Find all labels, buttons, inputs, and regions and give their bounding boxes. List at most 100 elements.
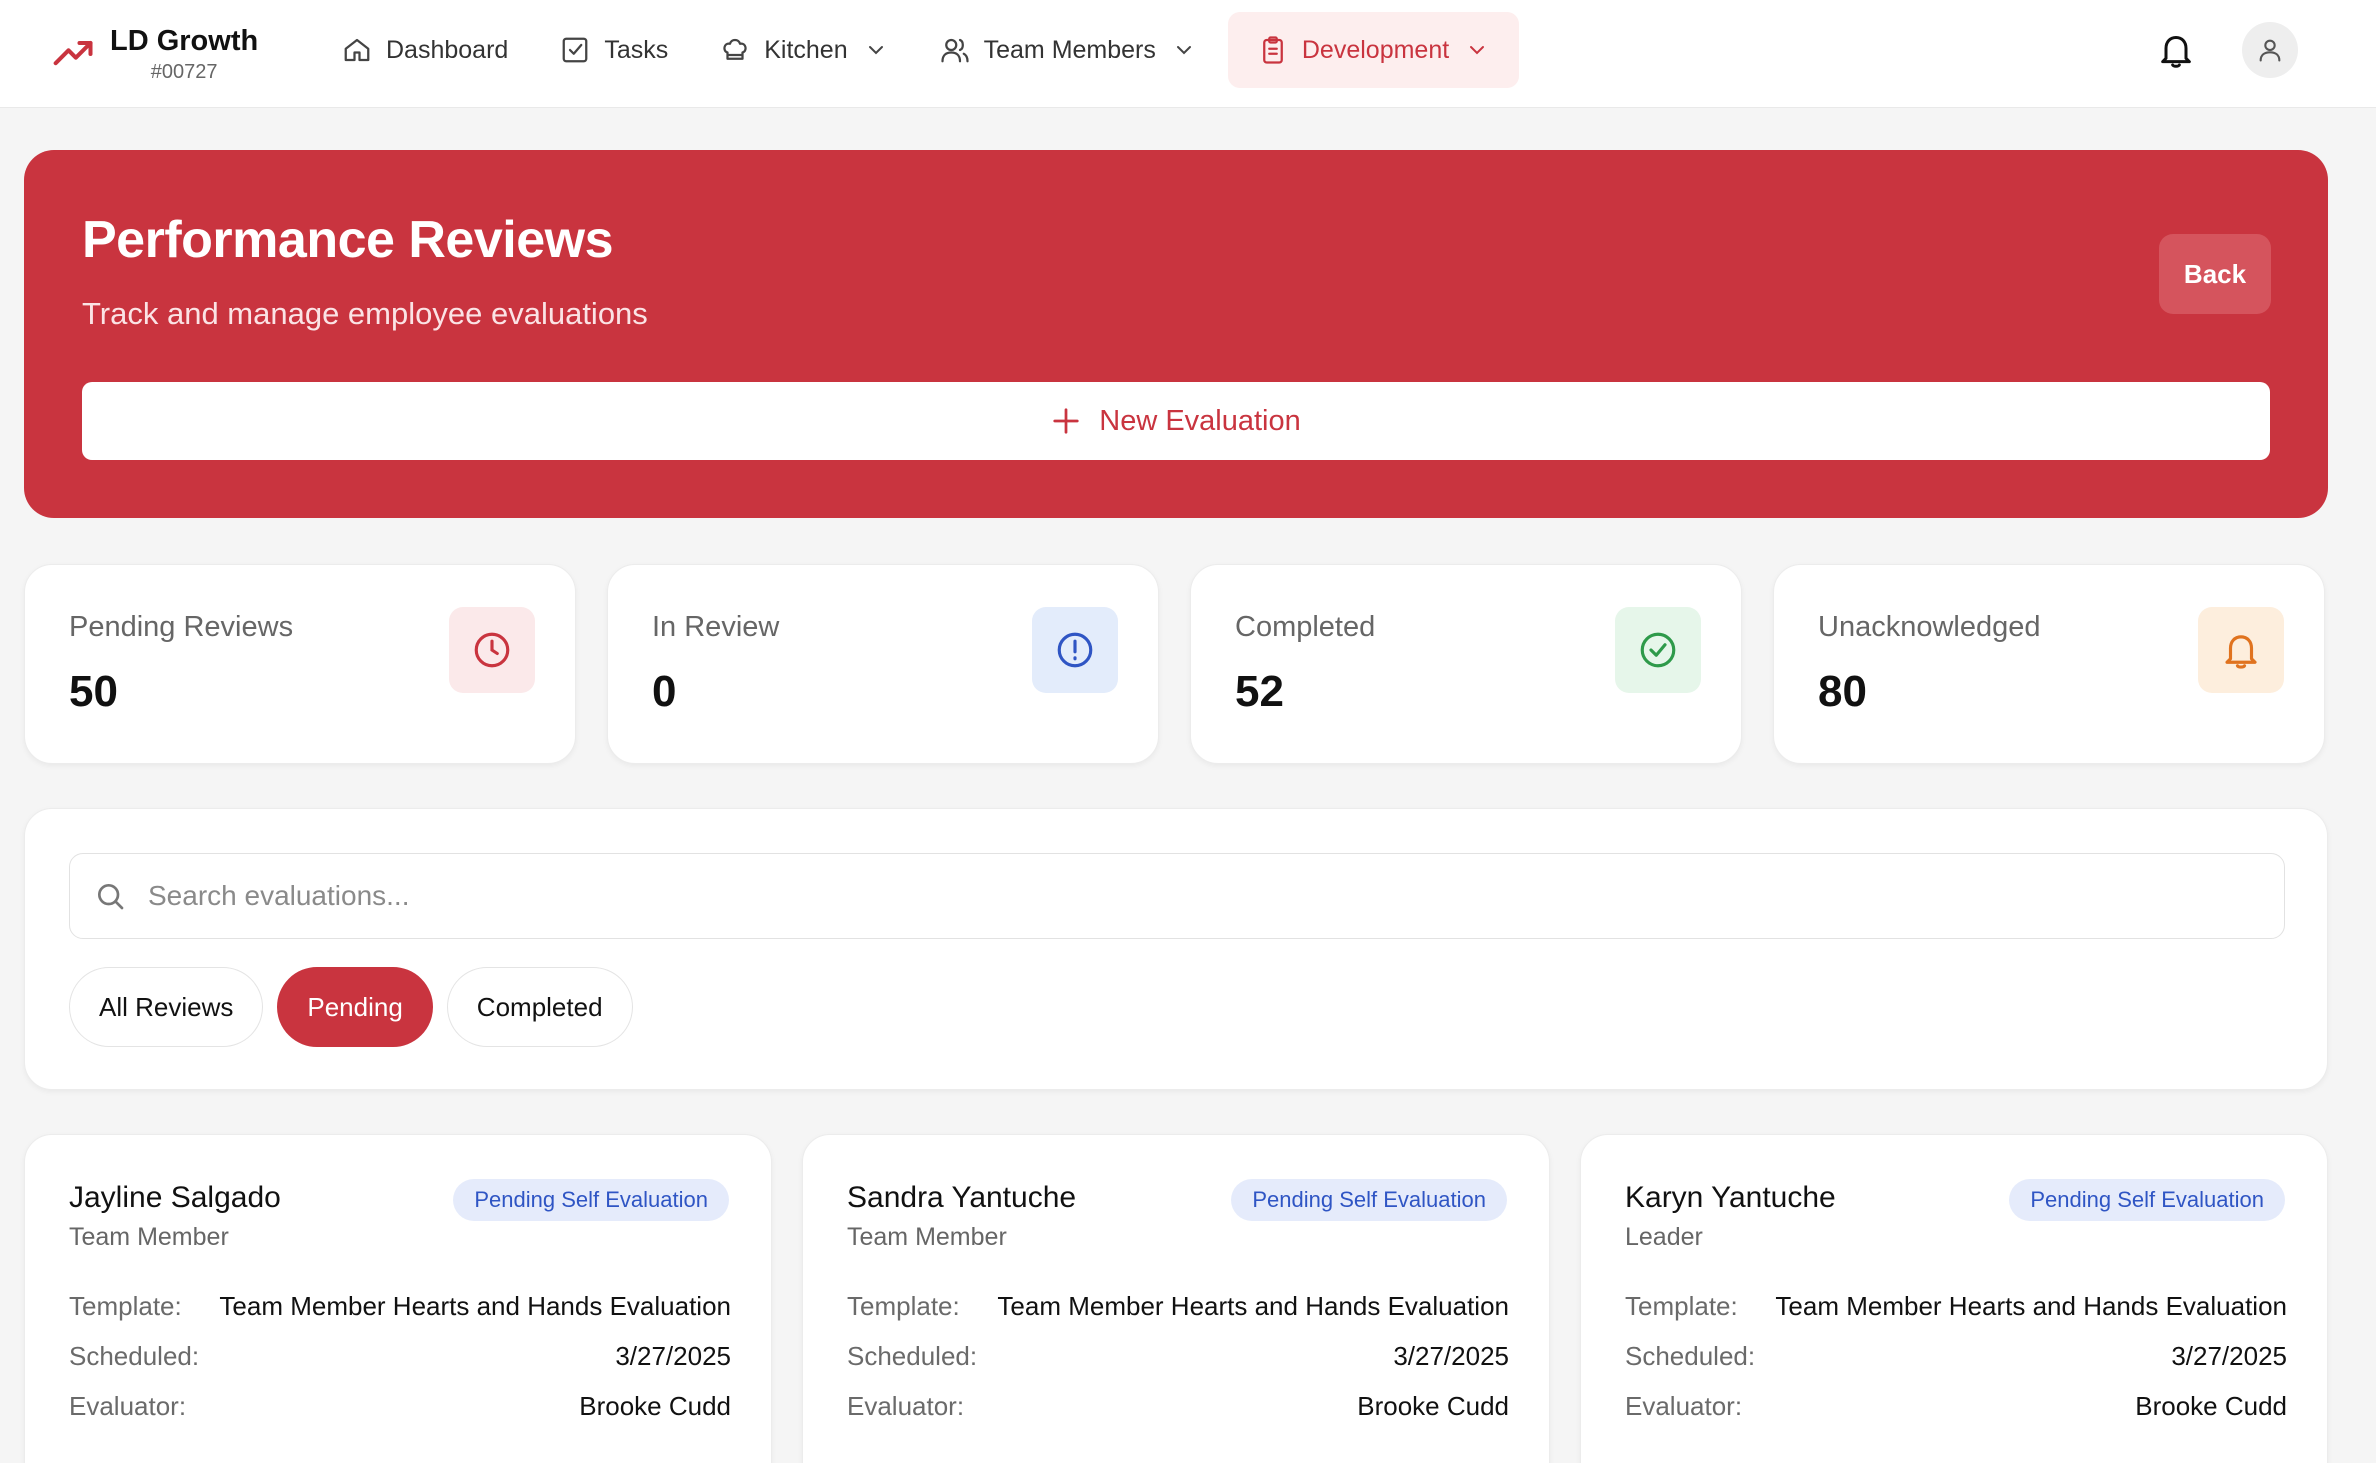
stat-value: 50 [69,667,118,716]
template-value: Team Member Hearts and Hands Evaluation [1775,1291,2287,1321]
employee-role: Leader [1625,1223,1703,1251]
trending-up-icon [53,40,93,66]
stat-label: Unacknowledged [1818,611,2041,643]
chevron-down-icon [1470,46,1485,55]
stat-card-in-review[interactable]: In Review 0 [607,564,1159,764]
nav-dashboard[interactable]: Dashboard [322,12,528,88]
nav-team-members[interactable]: Team Members [920,12,1216,88]
check-circle-icon [1640,632,1676,668]
review-card[interactable]: Karyn Yantuche Leader Pending Self Evalu… [1580,1134,2328,1463]
page-subtitle: Track and manage employee evaluations [82,296,648,331]
stat-label: Pending Reviews [69,611,294,643]
checkbox-icon [562,37,588,63]
top-navigation-bar: LD Growth #00727 Dashboard Tasks Kitchen… [0,0,2376,108]
nav-tasks-label: Tasks [604,35,669,64]
notifications-button[interactable] [2156,28,2196,72]
scheduled-label: Scheduled: [847,1341,978,1371]
users-icon [940,38,969,63]
nav-kitchen[interactable]: Kitchen [700,12,907,88]
status-badge: Pending Self Evaluation [1231,1179,1507,1221]
search-box[interactable] [69,853,2285,939]
stat-label: In Review [652,611,780,643]
new-evaluation-button[interactable]: New Evaluation [82,382,2270,460]
stat-card-completed[interactable]: Completed 52 [1190,564,1742,764]
scheduled-row: Scheduled: 3/27/2025 [69,1341,731,1377]
template-row: Template: Team Member Hearts and Hands E… [847,1291,1509,1327]
scheduled-value: 3/27/2025 [1393,1341,1509,1371]
chevron-down-icon [1176,46,1191,55]
employee-role: Team Member [69,1223,229,1251]
scheduled-label: Scheduled: [69,1341,200,1371]
employee-name: Sandra Yantuche [847,1181,1077,1214]
evaluator-label: Evaluator: [1625,1391,1743,1421]
nav-tasks[interactable]: Tasks [540,12,688,88]
chef-hat-icon [723,38,747,60]
stat-icon-badge [449,607,535,693]
stat-icon-badge [2198,607,2284,693]
employee-role: Team Member [847,1223,1007,1251]
user-icon [2259,39,2281,62]
template-row: Template: Team Member Hearts and Hands E… [1625,1291,2287,1327]
status-badge: Pending Self Evaluation [2009,1179,2285,1221]
stat-icon-badge [1615,607,1701,693]
filter-all-reviews[interactable]: All Reviews [69,967,264,1047]
page-title: Performance Reviews [82,211,614,269]
evaluator-row: Evaluator: Brooke Cudd [69,1391,731,1427]
status-badge: Pending Self Evaluation [453,1179,729,1221]
evaluator-value: Brooke Cudd [1357,1391,1509,1421]
filter-pending[interactable]: Pending [277,967,433,1047]
scheduled-value: 3/27/2025 [615,1341,731,1371]
evaluator-value: Brooke Cudd [579,1391,731,1421]
scheduled-label: Scheduled: [1625,1341,1756,1371]
filter-completed[interactable]: Completed [446,967,633,1047]
chevron-down-icon [868,46,883,55]
clock-icon [474,632,510,668]
template-value: Team Member Hearts and Hands Evaluation [997,1291,1509,1321]
evaluator-value: Brooke Cudd [2135,1391,2287,1421]
scheduled-row: Scheduled: 3/27/2025 [847,1341,1509,1377]
template-label: Template: [847,1291,960,1321]
stat-card-unacknowledged[interactable]: Unacknowledged 80 [1773,564,2325,764]
review-card[interactable]: Jayline Salgado Team Member Pending Self… [24,1134,772,1463]
filter-panel: All Reviews Pending Completed [24,808,2328,1090]
clipboard-icon [1263,36,1283,64]
template-value: Team Member Hearts and Hands Evaluation [219,1291,731,1321]
template-row: Template: Team Member Hearts and Hands E… [69,1291,731,1327]
plus-icon [1053,408,1079,434]
bell-icon [2225,635,2257,669]
stat-label: Completed [1235,611,1376,643]
nav-kitchen-label: Kitchen [764,35,848,64]
scheduled-row: Scheduled: 3/27/2025 [1625,1341,2287,1377]
back-button[interactable]: Back [2159,234,2271,314]
new-evaluation-label: New Evaluation [1099,404,1301,437]
review-card[interactable]: Sandra Yantuche Team Member Pending Self… [802,1134,1550,1463]
user-avatar-button[interactable] [2242,22,2298,78]
main-nav: Dashboard Tasks Kitchen Team Members Dev… [322,12,1531,88]
nav-development-label: Development [1301,35,1450,64]
home-icon [344,38,370,62]
nav-team-members-label: Team Members [983,35,1156,64]
stat-value: 0 [652,667,677,716]
template-label: Template: [69,1291,182,1321]
nav-development[interactable]: Development [1227,12,1520,88]
evaluator-label: Evaluator: [847,1391,965,1421]
stat-value: 80 [1818,667,1867,716]
bell-icon [2161,36,2191,68]
brand[interactable]: LD Growth #00727 [52,18,258,90]
stat-value: 52 [1235,667,1284,716]
evaluator-row: Evaluator: Brooke Cudd [847,1391,1509,1427]
status-filter-tabs: All Reviews Pending Completed [69,967,647,1047]
nav-dashboard-label: Dashboard [386,35,509,64]
employee-name: Jayline Salgado [69,1181,281,1214]
brand-store-number: #00727 [150,61,218,83]
template-label: Template: [1625,1291,1738,1321]
employee-name: Karyn Yantuche [1625,1181,1836,1214]
stat-icon-badge [1032,607,1118,693]
evaluator-row: Evaluator: Brooke Cudd [1625,1391,2287,1427]
search-icon [98,884,124,910]
evaluator-label: Evaluator: [69,1391,187,1421]
search-input[interactable] [148,880,2148,912]
stat-card-pending-reviews[interactable]: Pending Reviews 50 [24,564,576,764]
scheduled-value: 3/27/2025 [2171,1341,2287,1371]
performance-reviews-header: Performance Reviews Track and manage emp… [24,150,2328,518]
